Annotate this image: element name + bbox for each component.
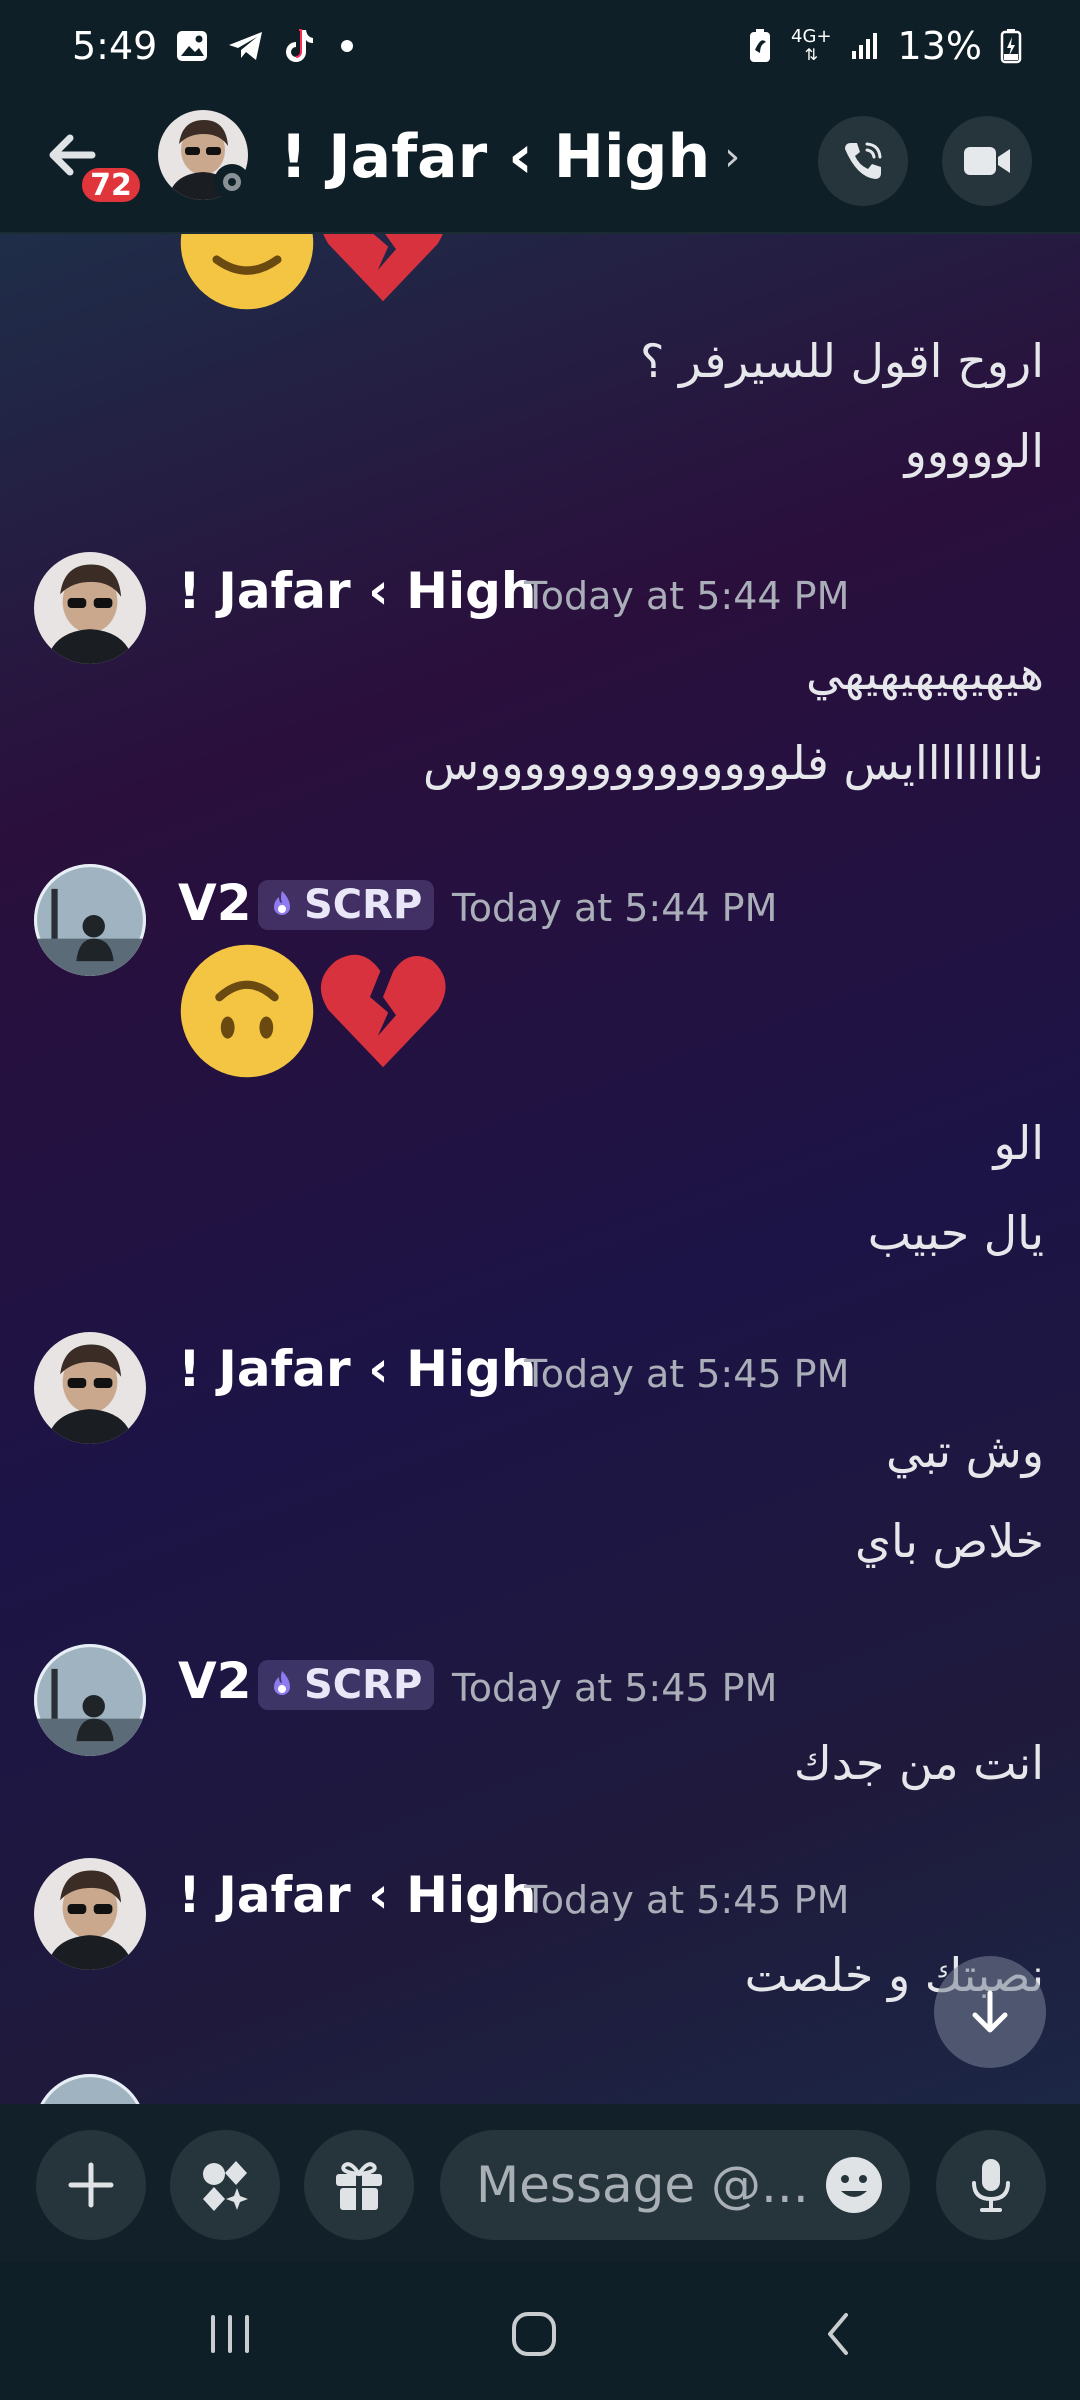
smiling-face-emoji xyxy=(180,234,314,310)
video-call-icon xyxy=(964,147,1010,175)
tag-label: SCRP xyxy=(304,1662,423,1708)
voice-call-icon xyxy=(845,142,882,179)
network-type-label: 4G+ xyxy=(791,26,832,47)
unread-badge: 72 xyxy=(78,164,144,206)
message-input[interactable]: Message @... xyxy=(440,2130,910,2240)
chevron-right-icon: › xyxy=(724,134,741,180)
add-attachment-button[interactable] xyxy=(36,2130,146,2240)
timestamp: Today at 5:44 PM xyxy=(452,886,778,930)
upside-down-face-emoji xyxy=(180,944,314,1078)
system-back-button[interactable] xyxy=(808,2306,868,2362)
avatar[interactable] xyxy=(34,1858,146,1970)
server-tag[interactable]: SCRP xyxy=(258,880,435,930)
battery-saver-icon xyxy=(747,28,773,64)
gallery-icon xyxy=(175,29,209,63)
message-composer: Message @... xyxy=(0,2104,1080,2262)
message-line: يال حبيب xyxy=(867,1206,1044,1260)
scroll-to-bottom-button[interactable] xyxy=(934,1956,1046,2068)
battery-charging-icon xyxy=(1000,28,1022,64)
notification-dot xyxy=(341,40,354,52)
message-line: انت من جدك xyxy=(793,1736,1044,1790)
apps-icon xyxy=(203,2161,248,2211)
message-line: الووووو xyxy=(904,424,1044,478)
message-line: وش تبي xyxy=(885,1424,1044,1478)
author-name[interactable]: V2 xyxy=(178,1652,252,1710)
voice-message-button[interactable] xyxy=(936,2130,1046,2240)
status-indicator xyxy=(214,164,250,200)
video-call-button[interactable] xyxy=(942,116,1032,206)
author-name[interactable]: V2 xyxy=(178,874,252,932)
apps-button[interactable] xyxy=(170,2130,280,2240)
message-line: اروح اقول للسيرفر ؟ xyxy=(639,334,1044,388)
system-nav-bar xyxy=(0,2262,1080,2400)
emoji-icon[interactable] xyxy=(824,2155,884,2215)
home-icon xyxy=(512,2312,556,2356)
status-bar: 5:49 4G+ ⇅ 13% xyxy=(0,0,1080,92)
recents-icon xyxy=(211,2315,249,2353)
back-chevron-icon xyxy=(828,2313,848,2355)
flame-icon xyxy=(274,891,290,915)
message-feed[interactable]: اروح اقول للسيرفر ؟ الووووو ! Jafar ‹ Hi… xyxy=(0,234,1080,2104)
home-button[interactable] xyxy=(504,2306,564,2362)
broken-heart-emoji xyxy=(323,234,443,302)
page-title: ! Jafar ‹ High xyxy=(280,122,711,192)
data-arrows-icon: ⇅ xyxy=(804,45,818,64)
gift-button[interactable] xyxy=(304,2130,414,2240)
gift-icon xyxy=(336,2162,382,2210)
message-line: خلاص باي xyxy=(855,1514,1044,1568)
avatar[interactable] xyxy=(34,1332,146,1444)
author-name[interactable]: ! Jafar ‹ High xyxy=(178,562,537,620)
message-input-placeholder: Message @... xyxy=(476,2156,809,2214)
timestamp: Today at 5:44 PM xyxy=(524,574,850,618)
message-line: هيهيهيهيهيهي xyxy=(805,646,1044,700)
battery-percent: 13% xyxy=(897,24,982,68)
avatar[interactable] xyxy=(34,2074,146,2104)
chat-header: 72 ! Jafar ‹ High › xyxy=(0,92,1080,234)
recent-apps-button[interactable] xyxy=(200,2306,260,2362)
tiktok-icon xyxy=(283,28,315,64)
author-name[interactable]: ! Jafar ‹ High xyxy=(178,1866,537,1924)
signal-icon xyxy=(850,31,880,61)
tag-label: SCRP xyxy=(304,882,423,928)
voice-call-button[interactable] xyxy=(818,116,908,206)
microphone-icon xyxy=(972,2159,1010,2212)
timestamp: Today at 5:45 PM xyxy=(524,1352,850,1396)
clock: 5:49 xyxy=(72,24,158,68)
message-line: نااااااااايس فلووووووووووووووس xyxy=(422,736,1044,790)
header-title[interactable]: ! Jafar ‹ High › xyxy=(280,122,740,192)
timestamp: Today at 5:45 PM xyxy=(452,1666,778,1710)
timestamp: Today at 5:45 PM xyxy=(524,1878,850,1922)
network-type: 4G+ ⇅ xyxy=(791,28,831,64)
avatar[interactable] xyxy=(34,864,146,976)
plus-icon xyxy=(68,2162,114,2208)
avatar[interactable] xyxy=(34,552,146,664)
flame-icon xyxy=(274,1671,290,1695)
avatar[interactable] xyxy=(34,1644,146,1756)
author-name[interactable]: ! Jafar ‹ High xyxy=(178,1340,537,1398)
arrow-down-icon xyxy=(972,1990,1008,2033)
server-tag[interactable]: SCRP xyxy=(258,1660,435,1710)
status-bar-left: 5:49 xyxy=(72,24,354,68)
message-line: الو xyxy=(993,1116,1044,1170)
telegram-icon xyxy=(227,29,265,63)
broken-heart-emoji xyxy=(320,954,446,1068)
status-bar-right: 4G+ ⇅ 13% xyxy=(747,24,1022,68)
